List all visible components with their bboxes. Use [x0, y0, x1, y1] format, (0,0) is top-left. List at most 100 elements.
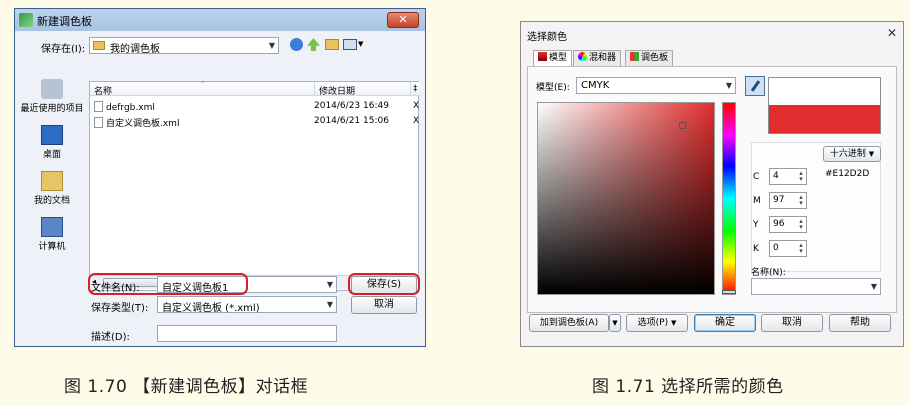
hue-handle[interactable] — [722, 290, 736, 294]
model-label: 模型(E): — [536, 83, 570, 93]
picker-marker[interactable] — [679, 122, 686, 129]
palette-icon — [630, 52, 639, 61]
options-label: 选项(P) — [637, 318, 669, 328]
add-to-palette-button[interactable]: 加到调色板(A) — [529, 314, 609, 332]
help-button[interactable]: 帮助 — [829, 314, 891, 332]
channel-value: 96 — [773, 219, 785, 229]
new-folder-icon[interactable] — [325, 39, 339, 50]
file-extra: X — [413, 101, 420, 111]
documents-icon — [41, 171, 63, 191]
tab-label: 模型 — [549, 53, 568, 63]
hex-value: #E12D2D — [825, 169, 870, 179]
channel-y-input[interactable]: 96 ▴ ▾ — [769, 216, 807, 233]
description-label: 描述(D): — [91, 332, 130, 343]
back-icon[interactable] — [290, 38, 303, 51]
tab-palette[interactable]: 调色板 — [625, 50, 674, 66]
channel-m-input[interactable]: 97 ▴ ▾ — [769, 192, 807, 209]
mixer-icon — [578, 52, 587, 61]
places-bar: 最近使用的项目 桌面 我的文档 计算机 — [17, 79, 87, 299]
place-computer[interactable]: 计算机 — [17, 217, 87, 252]
chevron-down-icon: ▼ — [612, 319, 618, 327]
channel-k-input[interactable]: 0 ▴ ▾ — [769, 240, 807, 257]
channel-c-input[interactable]: 4 ▴ ▾ — [769, 168, 807, 185]
model-icon — [538, 52, 547, 61]
place-recent[interactable]: 最近使用的项目 — [17, 79, 87, 114]
channel-label: K — [753, 244, 759, 254]
column-more[interactable]: ‡ — [410, 82, 420, 96]
figure-caption-2: 图 1.71 选择所需的颜色 — [592, 377, 784, 397]
highlight-filename — [88, 273, 248, 295]
highlight-save — [348, 273, 420, 295]
options-button[interactable]: 选项(P) ▼ — [626, 314, 688, 332]
column-date[interactable]: 修改日期 — [314, 82, 410, 97]
file-name: defrgb.xml — [106, 103, 155, 113]
hex-mode-label: 十六进制 — [829, 149, 866, 159]
channel-label: C — [753, 172, 760, 182]
preview-old — [769, 78, 880, 105]
file-row[interactable]: 自定义调色板.xml 2014/6/21 15:06 X — [94, 116, 419, 130]
folder-icon — [93, 41, 105, 50]
filetype-label: 保存类型(T): — [91, 303, 149, 314]
view-menu-icon[interactable] — [343, 39, 357, 50]
spinner-icon[interactable]: ▴ ▾ — [797, 242, 805, 255]
recent-items-icon — [41, 79, 63, 99]
desktop-icon — [41, 125, 63, 145]
save-in-label: 保存在(I): — [41, 44, 86, 55]
chevron-down-icon: ▼ — [868, 150, 875, 158]
spinner-icon[interactable]: ▴ ▾ — [797, 170, 805, 183]
file-name: 自定义调色板.xml — [106, 119, 180, 129]
description-input[interactable] — [157, 325, 337, 342]
place-documents[interactable]: 我的文档 — [17, 171, 87, 206]
app-icon — [19, 13, 33, 27]
select-color-dialog: 选择颜色 ✕ 模型 混和器 调色板 模型(E): CMYK ▼ 十六进制 ▼ #… — [520, 21, 904, 347]
cancel-button[interactable]: 取消 — [351, 296, 417, 314]
tab-model[interactable]: 模型 — [533, 50, 573, 67]
hex-mode-dropdown[interactable]: 十六进制 ▼ — [823, 146, 881, 162]
place-label: 最近使用的项目 — [20, 104, 84, 114]
eyedropper-button[interactable] — [745, 76, 765, 96]
dialog-title: 选择颜色 — [527, 32, 567, 43]
ok-button[interactable]: 确定 — [694, 314, 756, 332]
color-picker-area[interactable] — [537, 102, 715, 295]
dialog-body: 保存在(I): 我的调色板 ▼ ▼ 最近使用的项目 桌面 我的文档 计算机 名称… — [15, 31, 425, 346]
dialog-title: 新建调色板 — [37, 15, 92, 28]
place-desktop[interactable]: 桌面 — [17, 125, 87, 160]
tab-mixer[interactable]: 混和器 — [573, 50, 622, 66]
file-date: 2014/6/21 15:06 — [314, 116, 389, 126]
channel-value: 97 — [773, 195, 785, 205]
place-label: 计算机 — [38, 242, 66, 252]
close-button[interactable]: ✕ — [387, 12, 419, 28]
spinner-icon[interactable]: ▴ ▾ — [797, 218, 805, 231]
filetype-dropdown[interactable]: 自定义调色板 (*.xml) ▼ — [157, 296, 337, 314]
save-in-value: 我的调色板 — [110, 44, 160, 55]
name-dropdown[interactable]: ▼ — [751, 278, 881, 295]
channel-label: M — [753, 196, 761, 206]
model-dropdown[interactable]: CMYK ▼ — [576, 77, 736, 94]
place-label: 我的文档 — [33, 196, 70, 206]
file-icon — [94, 101, 103, 112]
chevron-down-icon: ▼ — [268, 41, 275, 50]
tab-label: 混和器 — [589, 53, 617, 63]
title-bar: 新建调色板 ✕ — [15, 9, 425, 31]
close-button[interactable]: ✕ — [887, 26, 897, 40]
chevron-down-icon: ▼ — [670, 319, 677, 327]
figure-caption-1: 图 1.70 【新建调色板】对话框 — [64, 377, 309, 397]
view-chevron-icon[interactable]: ▼ — [358, 40, 363, 48]
add-palette-dropdown[interactable]: ▼ — [609, 314, 621, 332]
spinner-icon[interactable]: ▴ ▾ — [797, 194, 805, 207]
name-label: 名称(N): — [751, 268, 786, 278]
file-row[interactable]: defrgb.xml 2014/6/23 16:49 X — [94, 101, 419, 115]
new-palette-dialog: 新建调色板 ✕ 保存在(I): 我的调色板 ▼ ▼ 最近使用的项目 桌面 我的文… — [14, 8, 426, 347]
cancel-button[interactable]: 取消 — [761, 314, 823, 332]
chevron-down-icon: ▼ — [725, 81, 732, 90]
color-preview — [768, 77, 881, 134]
channel-value: 4 — [773, 171, 779, 181]
save-in-dropdown[interactable]: 我的调色板 ▼ — [89, 37, 279, 55]
place-label: 桌面 — [42, 150, 61, 160]
channel-value: 0 — [773, 243, 779, 253]
hue-slider[interactable] — [722, 102, 736, 295]
filetype-value: 自定义调色板 (*.xml) — [162, 303, 260, 314]
up-folder-icon[interactable] — [307, 38, 320, 51]
file-list: 名称 ⌃ 修改日期 ‡ defrgb.xml 2014/6/23 16:49 X… — [89, 80, 420, 291]
sort-arrow-icon: ⌃ — [200, 80, 206, 88]
